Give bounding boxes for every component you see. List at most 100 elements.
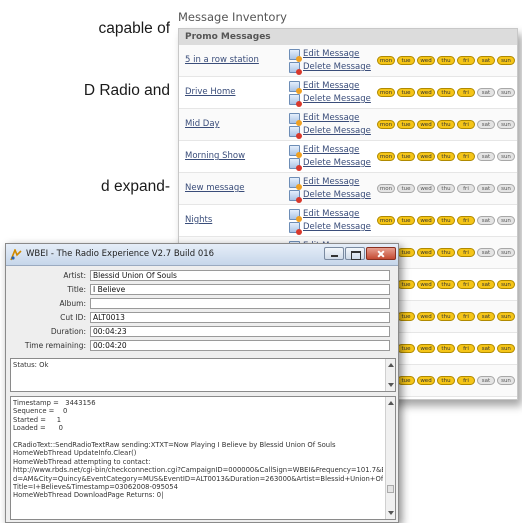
day-toggle[interactable]: fri bbox=[457, 184, 475, 193]
minimize-button[interactable] bbox=[324, 247, 344, 260]
scroll-down-arrow-icon[interactable] bbox=[388, 511, 394, 515]
day-toggle[interactable]: sun bbox=[497, 248, 515, 257]
cutid-field[interactable]: ALT0013 bbox=[90, 312, 390, 323]
scroll-up-arrow-icon[interactable] bbox=[388, 363, 394, 367]
day-toggle[interactable]: wed bbox=[417, 216, 435, 225]
delete-message-icon[interactable] bbox=[289, 62, 302, 75]
day-toggle[interactable]: thu bbox=[437, 344, 455, 353]
edit-message-icon[interactable] bbox=[289, 209, 302, 222]
day-toggle[interactable]: mon bbox=[377, 216, 395, 225]
day-toggle[interactable]: sat bbox=[477, 312, 495, 321]
artist-field[interactable]: Blessid Union Of Souls bbox=[90, 270, 390, 281]
edit-message-link[interactable]: Edit Message bbox=[303, 145, 359, 155]
day-toggle[interactable]: tue bbox=[397, 184, 415, 193]
day-toggle[interactable]: thu bbox=[437, 152, 455, 161]
edit-message-link[interactable]: Edit Message bbox=[303, 81, 359, 91]
day-toggle[interactable]: fri bbox=[457, 280, 475, 289]
day-toggle[interactable]: sun bbox=[497, 344, 515, 353]
day-toggle[interactable]: wed bbox=[417, 152, 435, 161]
edit-message-link[interactable]: Edit Message bbox=[303, 177, 359, 187]
day-toggle[interactable]: sun bbox=[497, 376, 515, 385]
day-toggle[interactable]: wed bbox=[417, 120, 435, 129]
station-link[interactable]: Nights bbox=[185, 215, 212, 225]
day-toggle[interactable]: wed bbox=[417, 184, 435, 193]
station-link[interactable]: Drive Home bbox=[185, 87, 235, 97]
day-toggle[interactable]: tue bbox=[397, 376, 415, 385]
day-toggle[interactable]: sun bbox=[497, 152, 515, 161]
edit-message-icon[interactable] bbox=[289, 81, 302, 94]
day-toggle[interactable]: sat bbox=[477, 280, 495, 289]
day-toggle[interactable]: tue bbox=[397, 152, 415, 161]
album-field[interactable] bbox=[90, 298, 390, 309]
day-toggle[interactable]: sat bbox=[477, 56, 495, 65]
day-toggle[interactable]: tue bbox=[397, 248, 415, 257]
day-toggle[interactable]: sun bbox=[497, 56, 515, 65]
day-toggle[interactable]: tue bbox=[397, 312, 415, 321]
edit-message-icon[interactable] bbox=[289, 177, 302, 190]
day-toggle[interactable]: wed bbox=[417, 344, 435, 353]
day-toggle[interactable]: fri bbox=[457, 56, 475, 65]
delete-message-link[interactable]: Delete Message bbox=[303, 126, 371, 136]
day-toggle[interactable]: sun bbox=[497, 88, 515, 97]
station-link[interactable]: New message bbox=[185, 183, 244, 193]
day-toggle[interactable]: sun bbox=[497, 280, 515, 289]
day-toggle[interactable]: tue bbox=[397, 344, 415, 353]
day-toggle[interactable]: thu bbox=[437, 120, 455, 129]
maximize-button[interactable] bbox=[345, 247, 365, 260]
log-textbox[interactable]: Timestamp = 3443156 Sequence = 0 Started… bbox=[10, 396, 396, 520]
day-toggle[interactable]: mon bbox=[377, 152, 395, 161]
edit-message-link[interactable]: Edit Message bbox=[303, 209, 359, 219]
edit-message-icon[interactable] bbox=[289, 113, 302, 126]
day-toggle[interactable]: sat bbox=[477, 376, 495, 385]
day-toggle[interactable]: sun bbox=[497, 120, 515, 129]
day-toggle[interactable]: thu bbox=[437, 248, 455, 257]
day-toggle[interactable]: mon bbox=[377, 120, 395, 129]
day-toggle[interactable]: wed bbox=[417, 312, 435, 321]
edit-message-link[interactable]: Edit Message bbox=[303, 113, 359, 123]
status-scrollbar[interactable] bbox=[385, 359, 395, 391]
station-link[interactable]: Mid Day bbox=[185, 119, 220, 129]
delete-message-link[interactable]: Delete Message bbox=[303, 190, 371, 200]
remaining-field[interactable]: 00:04:20 bbox=[90, 340, 390, 351]
day-toggle[interactable]: fri bbox=[457, 216, 475, 225]
day-toggle[interactable]: wed bbox=[417, 248, 435, 257]
day-toggle[interactable]: sat bbox=[477, 344, 495, 353]
day-toggle[interactable]: mon bbox=[377, 184, 395, 193]
day-toggle[interactable]: sat bbox=[477, 152, 495, 161]
station-link[interactable]: 5 in a row station bbox=[185, 55, 259, 65]
day-toggle[interactable]: tue bbox=[397, 88, 415, 97]
day-toggle[interactable]: wed bbox=[417, 376, 435, 385]
edit-message-icon[interactable] bbox=[289, 49, 302, 62]
delete-message-link[interactable]: Delete Message bbox=[303, 62, 371, 72]
delete-message-link[interactable]: Delete Message bbox=[303, 222, 371, 232]
day-toggle[interactable]: fri bbox=[457, 376, 475, 385]
day-toggle[interactable]: sat bbox=[477, 120, 495, 129]
day-toggle[interactable]: sat bbox=[477, 248, 495, 257]
day-toggle[interactable]: mon bbox=[377, 56, 395, 65]
log-scrollbar[interactable] bbox=[385, 397, 395, 519]
day-toggle[interactable]: thu bbox=[437, 376, 455, 385]
edit-message-link[interactable]: Edit Message bbox=[303, 49, 359, 59]
day-toggle[interactable]: fri bbox=[457, 312, 475, 321]
day-toggle[interactable]: thu bbox=[437, 312, 455, 321]
station-link[interactable]: Morning Show bbox=[185, 151, 245, 161]
day-toggle[interactable]: mon bbox=[377, 88, 395, 97]
day-toggle[interactable]: fri bbox=[457, 344, 475, 353]
day-toggle[interactable]: thu bbox=[437, 216, 455, 225]
day-toggle[interactable]: fri bbox=[457, 120, 475, 129]
day-toggle[interactable]: thu bbox=[437, 184, 455, 193]
delete-message-icon[interactable] bbox=[289, 126, 302, 139]
day-toggle[interactable]: sun bbox=[497, 216, 515, 225]
window-titlebar[interactable]: WBEI - The Radio Experience V2.7 Build 0… bbox=[6, 244, 398, 266]
day-toggle[interactable]: tue bbox=[397, 216, 415, 225]
day-toggle[interactable]: fri bbox=[457, 88, 475, 97]
day-toggle[interactable]: thu bbox=[437, 56, 455, 65]
day-toggle[interactable]: fri bbox=[457, 152, 475, 161]
day-toggle[interactable]: sat bbox=[477, 216, 495, 225]
day-toggle[interactable]: sun bbox=[497, 312, 515, 321]
delete-message-icon[interactable] bbox=[289, 94, 302, 107]
day-toggle[interactable]: tue bbox=[397, 120, 415, 129]
day-toggle[interactable]: thu bbox=[437, 280, 455, 289]
status-textbox[interactable]: Status: Ok bbox=[10, 358, 396, 392]
day-toggle[interactable]: sat bbox=[477, 88, 495, 97]
